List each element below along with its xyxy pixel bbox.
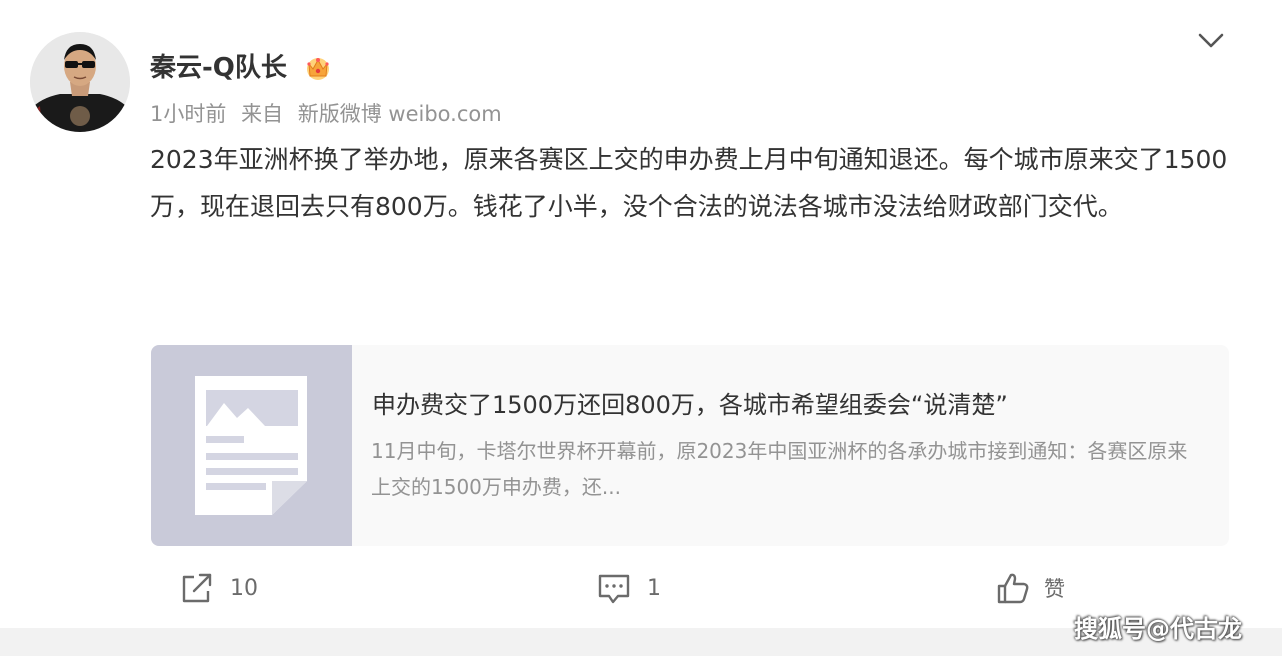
avatar[interactable] — [30, 32, 130, 132]
link-title[interactable]: 申办费交了1500万还回800万，各城市希望组委会“说清楚” — [372, 387, 1212, 423]
repost-count: 10 — [230, 575, 258, 601]
like-label: 赞 — [1044, 577, 1065, 601]
document-icon — [195, 376, 307, 515]
post-text: 2023年亚洲杯换了举办地，原来各赛区上交的申办费上月中旬通知退还。每个城市原来… — [150, 145, 1228, 221]
link-preview-card[interactable]: 申办费交了1500万还回800万，各城市希望组委会“说清楚” 11月中旬，卡塔尔… — [151, 345, 1229, 546]
thumbs-up-icon — [997, 573, 1029, 604]
repost-button[interactable]: 10 — [180, 565, 258, 611]
crown-badge-icon — [307, 58, 329, 80]
chevron-down-icon[interactable] — [1197, 26, 1225, 54]
like-button[interactable]: 赞 — [996, 565, 1065, 611]
action-bar: 10 1 赞 — [0, 565, 1282, 611]
link-description: 11月中旬，卡塔尔世界杯开幕前，原2023年中国亚洲杯的各承办城市接到通知：各赛… — [371, 439, 1188, 499]
weibo-post-card: 秦云-Q队长 1小时前 来自 新版微博 weibo.com 2023年亚洲杯换了… — [0, 0, 1282, 628]
post-meta: 1小时前 来自 新版微博 weibo.com — [150, 98, 510, 130]
author-name[interactable]: 秦云-Q队长 — [150, 48, 287, 88]
repost-icon — [182, 573, 212, 603]
comment-icon — [598, 574, 630, 604]
article-thumbnail — [151, 345, 352, 546]
post-source[interactable]: 新版微博 weibo.com — [298, 102, 502, 126]
avatar-photo — [30, 32, 130, 132]
comment-count: 1 — [647, 575, 661, 601]
watermark: 搜狐号@代古龙 — [1074, 615, 1242, 643]
post-time[interactable]: 1小时前 — [150, 102, 226, 126]
source-prefix: 来自 — [241, 102, 284, 126]
comment-button[interactable]: 1 — [597, 565, 661, 611]
